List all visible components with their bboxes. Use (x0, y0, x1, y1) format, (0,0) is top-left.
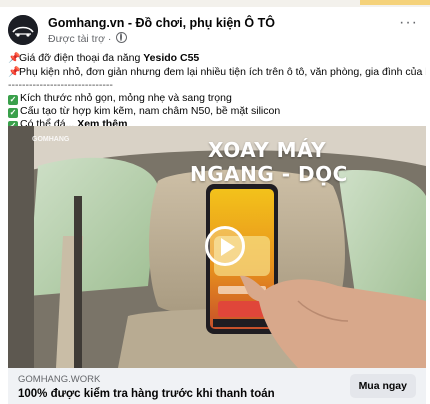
link-domain: GOMHANG.WORK (18, 374, 101, 385)
message-text: Cấu tạo từ hợp kim kẽm, nam châm N50, bề… (20, 104, 281, 117)
pin-emoji-icon: 📌 (8, 53, 21, 64)
video-watermark: GOMHANG (32, 136, 70, 143)
logo-icon (8, 15, 38, 45)
link-preview-card[interactable]: GOMHANG.WORK 100% được kiểm tra hàng trư… (8, 368, 426, 404)
page-name-link[interactable]: Gomhang.vn - Đồ chơi, phụ kiện Ô TÔ (48, 16, 275, 30)
message-text: Giá đỡ điện thoại đa năng (19, 52, 144, 64)
link-headline[interactable]: 100% được kiểm tra hàng trước khi thanh … (18, 388, 275, 400)
post-header: Gomhang.vn - Đồ chơi, phụ kiện Ô TÔ Được… (0, 8, 430, 48)
play-icon[interactable] (205, 226, 245, 266)
message-line-2: 📌Phụ kiện nhỏ, đơn giản nhưng đem lại nh… (8, 66, 426, 80)
sponsored-label: Được tài trợ · (48, 32, 128, 45)
sponsored-text: Được tài trợ · (48, 33, 112, 45)
video-caption-line-1: XOAY MÁY (208, 138, 327, 162)
video-caption-line-2: NGANG - DỌC (190, 162, 348, 186)
more-options-button[interactable]: ··· (399, 15, 418, 31)
message-text: Kích thước nhỏ gọn, mỏng nhẹ và sang trọ… (20, 91, 232, 104)
top-accent (360, 0, 430, 5)
message-divider: ------------------------------ (8, 79, 113, 91)
shop-now-button[interactable]: Mua ngay (349, 374, 416, 398)
video-player[interactable]: GOMHANG XOAY MÁY NGANG - DỌC (8, 126, 426, 368)
globe-icon (116, 32, 128, 43)
check-icon: ✓ (8, 94, 18, 105)
check-icon: ✓ (8, 107, 18, 118)
top-strip (0, 0, 430, 7)
message-line-4: ✓ Kích thước nhỏ gọn, mỏng nhẹ và sang tr… (8, 92, 426, 105)
pin-emoji-icon: 📌 (8, 66, 21, 78)
post-message: 📌Giá đỡ điện thoại đa năng Yesido C55 📌P… (8, 52, 426, 131)
message-text: Phụ kiện nhỏ, đơn giản nhưng đem lại nhi… (19, 65, 426, 78)
message-line-5: ✓ Cấu tạo từ hợp kim kẽm, nam châm N50, b… (8, 105, 426, 118)
message-line-1: 📌Giá đỡ điện thoại đa năng Yesido C55 (8, 52, 426, 66)
page-avatar[interactable] (8, 15, 38, 45)
product-name: Yesido C55 (143, 52, 200, 64)
